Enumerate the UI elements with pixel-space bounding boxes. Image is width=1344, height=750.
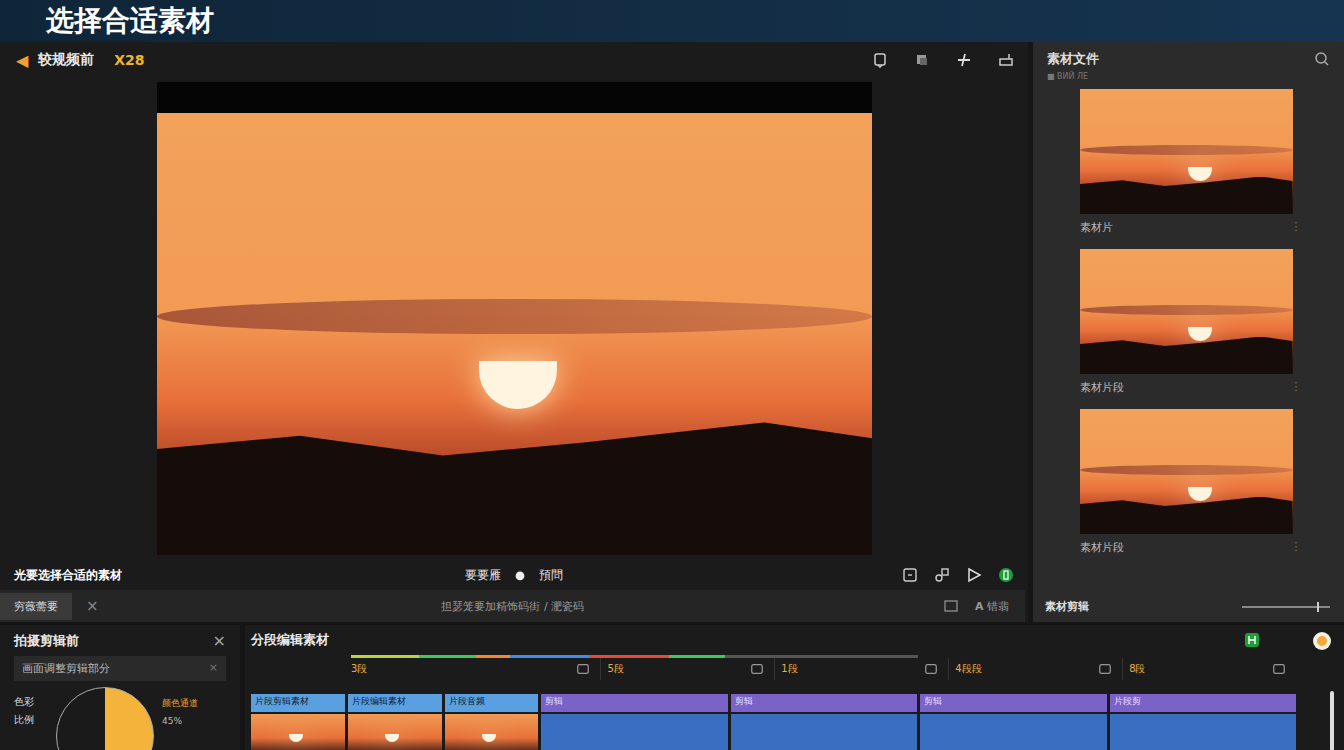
audio-clip[interactable]: 剪辑 [541, 694, 727, 750]
edit-row[interactable]: 画面调整剪辑部分 × [14, 656, 226, 681]
playback-label: 要要雁 [465, 567, 501, 584]
track-label: 3段 [351, 662, 367, 676]
track-header[interactable]: 1段 [774, 658, 948, 680]
split-icon[interactable] [956, 52, 972, 68]
more-icon[interactable]: ⋮ [1291, 220, 1302, 235]
track-icon[interactable] [1272, 662, 1286, 676]
asset-thumbnail [1080, 409, 1293, 534]
video-clip[interactable]: 片段音频 [445, 694, 539, 750]
playback-label: 預問 [539, 567, 563, 584]
track-icon[interactable] [576, 662, 590, 676]
banner: 选择合适素材 [0, 0, 1344, 42]
assets-subtitle: ■ ВИЙ ЛЕ [1033, 72, 1344, 81]
asset-card[interactable]: 素材片段 ⋮ [1076, 409, 1302, 555]
record-icon[interactable] [998, 567, 1014, 583]
export-icon[interactable] [998, 52, 1014, 68]
value-label: 颜色通道 [162, 697, 198, 710]
asset-thumbnail [1080, 89, 1293, 214]
track-label: 8段 [1129, 662, 1145, 676]
zoom-slider[interactable] [1242, 602, 1330, 612]
more-icon[interactable]: ⋮ [1291, 380, 1302, 395]
track-label: 1段 [781, 662, 797, 676]
close-button[interactable]: × [213, 631, 226, 650]
timeline-title: 分段编辑素材 [251, 631, 329, 649]
clip-label: 片段编辑素材 [352, 696, 406, 706]
video-editor: 选择合适素材 ◀ 较规频前 X28 光要选择合适的素材 要要雁 預問 穷薇薷要 … [0, 0, 1344, 750]
layers-icon[interactable] [914, 52, 930, 68]
scrollbar[interactable] [1330, 691, 1334, 750]
video-clip[interactable]: 片段剪辑素材 [251, 694, 345, 750]
video-frame[interactable] [157, 82, 872, 555]
sun-icon[interactable] [1312, 631, 1332, 651]
close-button[interactable]: × [86, 597, 99, 615]
pie-chart [56, 687, 154, 750]
bottom-area: 拍摄剪辑前 × 画面调整剪辑部分 × 色彩比例 颜色通道 45% 分段编辑素材 … [0, 625, 1344, 750]
clip-label: 片段剪辑素材 [255, 696, 309, 706]
value-text: 45% [162, 716, 198, 726]
asset-card[interactable]: 素材片段 ⋮ [1076, 249, 1302, 395]
track-label: 5段 [607, 662, 623, 676]
asset-thumbnail [1080, 249, 1293, 374]
edit-panel-title: 拍摄剪辑前 [14, 632, 79, 650]
preview-stage [0, 78, 1028, 560]
sub-toolbar: 穷薇薷要 × 担瑟笼要加精饰码街 / 淝瓷码 A 错翡 [0, 590, 1025, 622]
frame-icon[interactable] [943, 598, 959, 614]
track-header[interactable]: 8段 [1122, 658, 1296, 680]
play-icon[interactable] [966, 567, 982, 583]
asset-label: 素材片 [1080, 220, 1113, 235]
track-header[interactable]: 3段 [251, 658, 600, 680]
audio-clip[interactable]: 片段剪 [1110, 694, 1296, 750]
banner-title: 选择合适素材 [46, 7, 214, 35]
drop-icon[interactable] [513, 568, 527, 582]
playback-bar: 光要选择合适的素材 要要雁 預問 [0, 560, 1028, 590]
toolbar-title: 较规频前 [38, 51, 94, 69]
track-icon[interactable] [750, 662, 764, 676]
back-button[interactable]: ◀ [16, 51, 28, 70]
more-icon[interactable]: ⋮ [1291, 540, 1302, 555]
audio-clip[interactable]: 剪辑 [731, 694, 917, 750]
info-text: 担瑟笼要加精饰码街 / 淝瓷码 [99, 599, 927, 614]
timeline: 分段编辑素材 3段 5段 1段 4段段 8段 片段剪辑素材 片段编辑素材 片段音… [245, 625, 1300, 750]
clip-label: 片段剪 [1114, 696, 1141, 706]
search-icon[interactable] [1314, 51, 1330, 67]
add-track-icon[interactable] [1244, 632, 1260, 648]
edit-row-label: 画面调整剪辑部分 [22, 661, 110, 676]
assets-header: 素材文件 [1033, 42, 1344, 72]
clip-label: 剪辑 [735, 696, 753, 706]
chart-label: 比例 [14, 713, 48, 727]
track-label: 4段段 [955, 662, 981, 676]
clip-label: 剪辑 [924, 696, 942, 706]
asset-label: 素材片段 [1080, 380, 1124, 395]
audio-clip[interactable]: 剪辑 [920, 694, 1106, 750]
main-area: ◀ 较规频前 X28 光要选择合适的素材 要要雁 預問 穷薇薷要 × 担瑟笼要加… [0, 42, 1344, 622]
track-icon[interactable] [924, 662, 938, 676]
assets-footer-label: 素材剪辑 [1045, 599, 1089, 614]
preview-panel: ◀ 较规频前 X28 光要选择合适的素材 要要雁 預問 穷薇薷要 × 担瑟笼要加… [0, 42, 1028, 622]
assets-panel: 素材文件 ■ ВИЙ ЛЕ 素材片 ⋮ 素材片段 ⋮ 素材片段 ⋮ 素材剪辑 [1033, 42, 1344, 622]
chart-label: 色彩 [14, 695, 48, 709]
close-button[interactable]: × [209, 661, 218, 676]
action-button[interactable]: A 错翡 [975, 599, 1009, 614]
assets-footer: 素材剪辑 [1033, 595, 1344, 622]
clip-label: 剪辑 [545, 696, 563, 706]
share-icon[interactable] [934, 567, 950, 583]
track-header[interactable]: 5段 [600, 658, 774, 680]
bookmark-icon[interactable] [872, 52, 888, 68]
track-icon[interactable] [1098, 662, 1112, 676]
clip-label: 片段音频 [449, 696, 485, 706]
side-tools [1300, 625, 1344, 750]
video-clip[interactable]: 片段编辑素材 [348, 694, 442, 750]
crop-icon[interactable] [902, 567, 918, 583]
sub-tab[interactable]: 穷薇薷要 [0, 593, 72, 620]
edit-panel: 拍摄剪辑前 × 画面调整剪辑部分 × 色彩比例 颜色通道 45% [0, 625, 240, 750]
toolbar: ◀ 较规频前 X28 [0, 42, 1028, 78]
asset-label: 素材片段 [1080, 540, 1124, 555]
track-header[interactable]: 4段段 [948, 658, 1122, 680]
asset-card[interactable]: 素材片 ⋮ [1076, 89, 1302, 235]
caption-text: 光要选择合适的素材 [14, 567, 465, 584]
assets-title: 素材文件 [1047, 50, 1099, 68]
toolbar-code: X28 [114, 52, 144, 68]
